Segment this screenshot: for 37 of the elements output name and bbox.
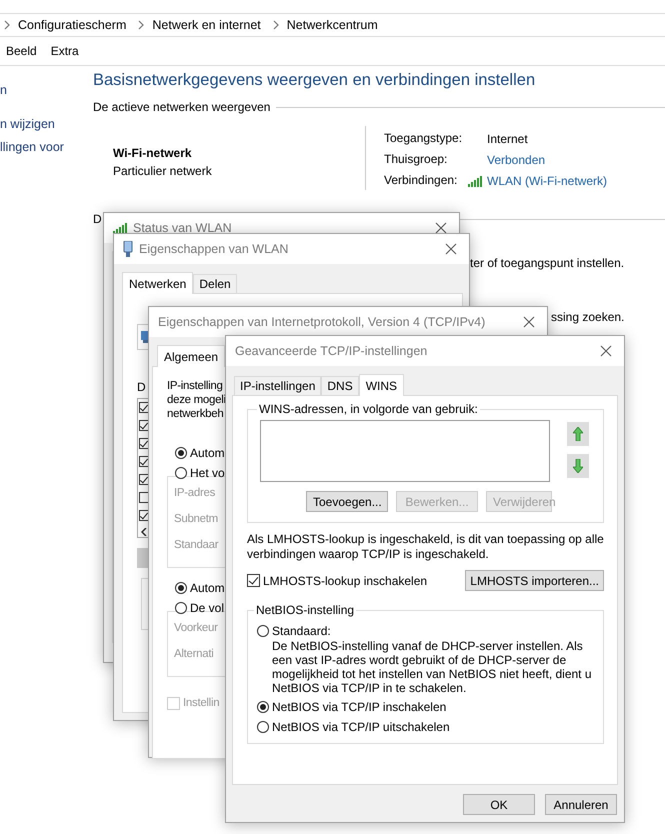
property-label: Thuisgroep: [384,151,448,168]
field-label: IP-adres [174,486,216,501]
window-title: Status van WLAN [133,221,233,235]
window-title: Eigenschappen van Internetprotokoll, Version 4 (TCP/IPv4) [158,315,486,329]
field-label: Subnetm [174,512,218,527]
option-description: De NetBIOS-instelling vanaf de DHCP-server instellen. Als een vast IP-adres wordt gebruikt of de DHCP-server de mogelijkheid tot het instellen van NetBIOS niet heeft, dient u NetBIOS via TCP/IP in te schakelen. [271,639,593,695]
field-label: Standaar [174,538,218,553]
info-text: Als LMHOSTS-lookup is ingeschakeld, is dit van toepassing op alle verbindingen waarop TCP/IP is ingeschakeld. [247,532,605,562]
page-heading: Basisnetwerkgegevens weergeven en verbindingen instellen [93,70,536,91]
description-text: netwerkbeh [167,407,224,421]
window-title: Geavanceerde TCP/IP-instellingen [235,344,428,358]
option-label: Autom [190,580,225,596]
option-label: Het vo [190,465,225,481]
section-title: D [93,212,102,226]
property-label: Toegangstype: [384,130,462,147]
group-label: NetBIOS-instelling [255,603,356,617]
option-label: Autom [190,445,225,461]
option-label: NetBIOS via TCP/IP uitschakelen [272,719,450,735]
group-label: WINS-adressen, in volgorde van gebruik: [258,402,479,416]
checkbox-label: Instellin [183,696,220,711]
description-text: deze mogeli [167,393,226,407]
option-label: De vol [190,600,224,616]
option-label: NetBIOS via TCP/IP inschakelen [272,699,446,715]
description-text: ssing zoeken. [551,310,626,324]
checkbox-label: LMHOSTS-lookup inschakelen [263,572,428,588]
property-label: Verbindingen: [384,172,458,189]
field-label: Voorkeur [174,621,218,636]
description-text: ter of toegangspunt instellen. [470,256,626,270]
section-title: De actieve netwerken weergeven [93,100,270,114]
option-label: Standaard: [272,623,331,639]
window-title: Eigenschappen van WLAN [139,242,290,256]
property-value: Internet [486,131,528,147]
list-label: D [137,380,146,394]
description-text: IP-instelling [167,379,223,393]
field-label: Alternati [174,647,214,662]
network-name: Wi-Fi-netwerk [113,145,193,162]
network-type: Particulier netwerk [113,163,213,180]
